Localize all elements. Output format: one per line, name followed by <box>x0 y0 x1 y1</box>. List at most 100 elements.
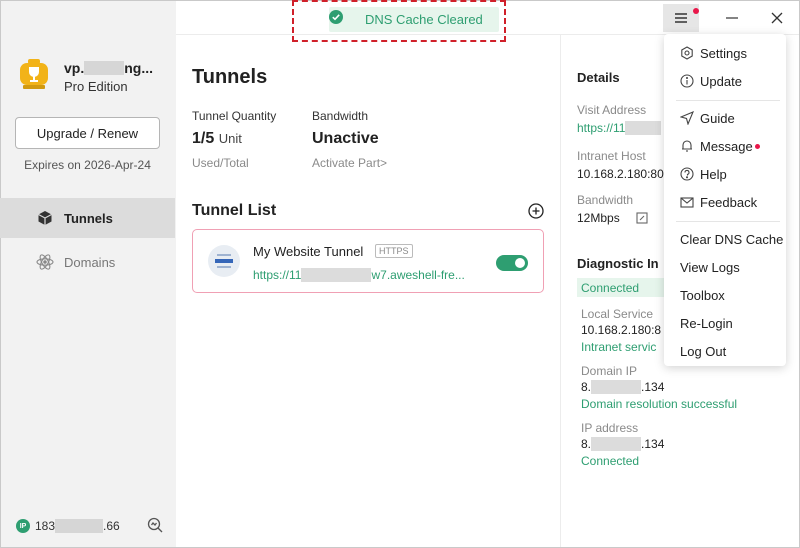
ie-logo-icon <box>208 245 240 277</box>
message-unread-dot <box>754 143 760 149</box>
local-service-status: Intranet servic <box>581 340 657 354</box>
help-icon <box>680 167 694 181</box>
upgrade-renew-button[interactable]: Upgrade / Renew <box>15 117 160 149</box>
menu-item-re-login[interactable]: Re-Login <box>664 310 786 336</box>
tunnel-list-title: Tunnel List <box>192 202 277 219</box>
menu-item-toolbox[interactable]: Toolbox <box>664 282 786 308</box>
local-service-label: Local Service <box>581 307 654 321</box>
menu-item-settings[interactable]: Settings <box>664 40 786 66</box>
minimize-button[interactable] <box>716 4 748 32</box>
menu-separator <box>676 221 780 222</box>
menu-separator <box>676 100 780 101</box>
sidebar-item-label: Tunnels <box>64 210 113 226</box>
bandwidth-label: Bandwidth <box>312 109 369 123</box>
page-title: Tunnels <box>192 66 268 88</box>
menu-item-label: Help <box>700 166 727 182</box>
info-icon <box>680 74 694 88</box>
user-name-prefix: vp. <box>64 60 85 76</box>
local-service-value: 10.168.2.180:8 <box>581 323 662 337</box>
ip-prefix: 183 <box>35 519 56 533</box>
tunnel-quantity-label: Tunnel Quantity <box>192 109 277 123</box>
redacted-mask <box>301 268 372 282</box>
user-name-suffix: ng... <box>124 60 154 76</box>
menu-item-view-logs[interactable]: View Logs <box>664 254 786 280</box>
settings-icon <box>680 46 694 60</box>
sidebar-item-tunnels[interactable]: Tunnels <box>0 198 175 238</box>
quantity-unit: Unit <box>218 131 242 146</box>
edit-icon[interactable] <box>636 212 648 224</box>
redacted-mask <box>591 437 642 451</box>
expiry-date: Expires on 2026-Apr-24 <box>24 158 151 172</box>
trophy-avatar-icon <box>20 59 48 89</box>
url-prefix: https://11 <box>253 268 302 282</box>
sidebar-item-domains[interactable]: Domains <box>0 242 175 282</box>
ip-check-icon[interactable] <box>146 516 164 534</box>
send-icon <box>680 111 694 125</box>
dns-cleared-toast: DNS Cache Cleared <box>329 7 499 32</box>
menu-item-label: Settings <box>700 45 747 61</box>
domain-ip-label: Domain IP <box>581 364 638 378</box>
menu-item-update[interactable]: Update <box>664 68 786 94</box>
menu-item-guide[interactable]: Guide <box>664 105 786 131</box>
atom-icon <box>36 253 54 271</box>
url-suffix: w7.aweshell-fre... <box>371 268 465 282</box>
mail-icon <box>680 195 694 209</box>
https-badge: HTTPS <box>375 244 413 258</box>
menu-item-label: Feedback <box>700 194 758 210</box>
ip-address-suffix: .134 <box>641 437 665 451</box>
check-circle-icon <box>329 10 343 24</box>
close-icon <box>771 12 783 24</box>
menu-item-help[interactable]: Help <box>664 161 786 187</box>
ip-address-value: 8. .134 <box>581 437 664 451</box>
ip-address-label: IP address <box>581 421 639 435</box>
menu-item-clear-dns-cache[interactable]: Clear DNS Cache <box>664 226 786 252</box>
cube-icon <box>36 209 54 227</box>
details-title: Details <box>577 70 620 85</box>
domain-ip-suffix: .134 <box>641 380 665 394</box>
toast-highlight: DNS Cache Cleared <box>292 0 506 42</box>
menu-item-label: Update <box>700 73 742 89</box>
tunnel-enable-toggle[interactable] <box>496 255 528 271</box>
visit-address-label: Visit Address <box>577 103 647 117</box>
domain-resolution-status: Domain resolution successful <box>581 397 738 411</box>
visit-prefix: https://11 <box>577 121 626 135</box>
sidebar-item-label: Domains <box>64 254 116 270</box>
bandwidth-value: Unactive <box>312 130 379 147</box>
bell-icon <box>680 139 694 153</box>
redacted-mask <box>84 61 125 75</box>
quantity-number: 1/5 <box>192 130 215 147</box>
intranet-host-value: 10.168.2.180:80 <box>577 167 664 181</box>
toggle-knob <box>515 258 525 268</box>
domain-ip-value: 8. .134 <box>581 380 664 394</box>
ip-address-status: Connected <box>581 454 640 468</box>
ip-suffix: .66 <box>103 519 120 533</box>
menu-item-message[interactable]: Message <box>664 133 786 159</box>
tunnel-card[interactable]: My Website Tunnel HTTPS https://11 w7.awe… <box>192 229 544 293</box>
diagnostic-title: Diagnostic In <box>577 256 659 271</box>
menu-item-feedback[interactable]: Feedback <box>664 189 786 215</box>
menu-item-label: Guide <box>700 110 735 126</box>
redacted-mask <box>625 121 662 135</box>
tunnel-quantity-value: 1/5 Unit <box>192 130 242 148</box>
redacted-mask <box>55 519 104 533</box>
public-ip: 183.66 <box>35 519 120 533</box>
tunnel-url-link[interactable]: https://11 w7.aweshell-fre... <box>253 268 465 282</box>
activate-part-link[interactable]: Activate Part> <box>312 156 387 170</box>
user-name: vp. ng... <box>64 60 153 76</box>
visit-address-link[interactable]: https://11 <box>577 121 662 135</box>
tunnel-name: My Website Tunnel <box>253 244 364 259</box>
intranet-host-label: Intranet Host <box>577 149 646 163</box>
main-dropdown-menu: Settings Update Guide Message Help Feedb… <box>664 34 786 366</box>
menu-item-log-out[interactable]: Log Out <box>664 338 786 364</box>
domain-ip-prefix: 8. <box>581 380 592 394</box>
details-bandwidth-label: Bandwidth <box>577 193 634 207</box>
add-tunnel-icon[interactable] <box>528 203 544 219</box>
diagnostic-status: Connected <box>577 278 667 297</box>
close-button[interactable] <box>762 4 792 32</box>
quantity-sub-label: Used/Total <box>192 156 249 170</box>
redacted-mask <box>591 380 642 394</box>
notification-dot <box>693 8 699 14</box>
ip-badge-icon: IP <box>16 519 30 533</box>
details-bandwidth-value: 12Mbps <box>577 211 620 225</box>
minimize-icon <box>726 17 738 19</box>
